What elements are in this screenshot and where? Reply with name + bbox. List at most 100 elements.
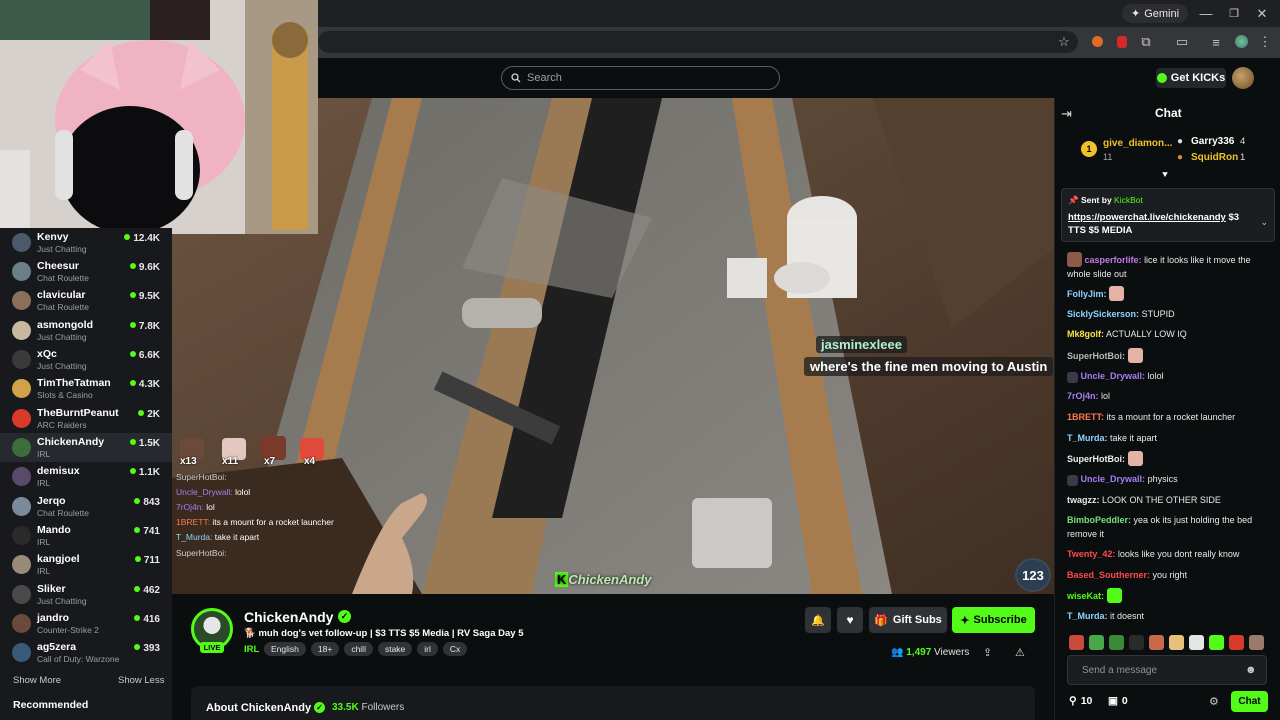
chat-message: T_Murda: take it apart — [1067, 433, 1158, 443]
bookmark-star-icon[interactable]: ☆ — [1056, 33, 1072, 51]
chat-message: T_Murda: it doesnt — [1067, 611, 1145, 621]
gift-subs-label: Gift Subs — [892, 614, 942, 626]
emote-icon[interactable] — [1229, 635, 1244, 650]
media-icon[interactable]: ≡ — [1208, 33, 1224, 51]
channel-viewers: 9.5K — [130, 291, 160, 302]
avatar[interactable] — [1232, 67, 1254, 89]
emote-icon[interactable] — [1129, 635, 1144, 650]
get-kicks-button[interactable]: Get KICKs — [1156, 68, 1226, 88]
sidebar-channel-demisux[interactable]: demisux IRL 1.1K — [0, 462, 172, 491]
top-gifter-name[interactable]: Garry336 — [1191, 136, 1234, 147]
tag[interactable]: irl — [417, 642, 438, 656]
follow-heart-icon[interactable]: ♥ — [837, 607, 863, 633]
kicks-wallet[interactable]: ▣ 0 — [1108, 695, 1128, 707]
gemini-button[interactable]: ✦ Gemini — [1122, 4, 1189, 23]
show-more-link[interactable]: Show More — [13, 675, 61, 686]
sidebar-channel-asmongold[interactable]: asmongold Just Chatting 7.8K — [0, 316, 172, 345]
emoji-picker-icon[interactable]: ☻ — [1245, 664, 1257, 676]
send-chat-button[interactable]: Chat — [1231, 691, 1268, 712]
avatar — [12, 291, 31, 310]
avatar — [12, 585, 31, 604]
channel-name: Jerqo — [37, 495, 66, 507]
kebab-menu-icon[interactable]: ⋮ — [1258, 33, 1272, 51]
emote-icon[interactable] — [1069, 635, 1084, 650]
chevron-down-icon[interactable]: ⯆ — [1161, 170, 1169, 181]
expand-icon[interactable]: ⌄ — [1260, 217, 1268, 228]
channel-name[interactable]: ChickenAndy — [244, 609, 333, 625]
emote-icon — [1106, 588, 1122, 603]
top-gifter-name[interactable]: SquidRon — [1191, 152, 1238, 163]
emote-icon — [1127, 348, 1143, 363]
channel-points[interactable]: ⚲ 10 — [1069, 695, 1092, 707]
gift-subs-button[interactable]: 🎁 Gift Subs — [869, 607, 947, 633]
chat-input[interactable]: Send a message — [1067, 655, 1267, 685]
close-icon[interactable]: ✕ — [1252, 4, 1272, 23]
report-icon[interactable]: ⚠ — [1015, 646, 1025, 659]
pinned-sender: 📌 Sent by KickBot — [1068, 195, 1143, 205]
medal-icon: ● — [1177, 152, 1184, 163]
restore-icon[interactable]: ❐ — [1224, 4, 1244, 23]
shield-extension-icon[interactable] — [1117, 36, 1127, 48]
emote-icon[interactable] — [1109, 635, 1124, 650]
chat-message: 1BRETT: its a mount for a rocket launche… — [1067, 412, 1236, 422]
live-badge: LIVE — [200, 642, 224, 653]
kick-coin-icon — [1156, 73, 1167, 83]
emote-icon[interactable] — [1189, 635, 1204, 650]
emote-count: x7 — [264, 456, 276, 467]
show-less-link[interactable]: Show Less — [118, 675, 164, 686]
pinned-message[interactable]: 📌 Sent by KickBot https://powerchat.live… — [1061, 188, 1275, 242]
tag[interactable]: 18+ — [310, 642, 340, 656]
channel-category: IRL — [37, 478, 51, 488]
chat-message: Based_Southerner: you right — [1067, 570, 1188, 580]
emote-icon[interactable] — [1149, 635, 1164, 650]
collapse-chat-icon[interactable]: ⇥ — [1061, 106, 1072, 122]
category-link[interactable]: IRL — [244, 644, 259, 655]
channel-viewers: 2K — [138, 409, 160, 420]
url-field[interactable] — [318, 31, 1078, 53]
sidebar-channel-theburntpeanut[interactable]: TheBurntPeanut ARC Raiders 2K — [0, 404, 172, 433]
notification-bell-icon[interactable]: 🔔 — [805, 607, 831, 633]
kick-logo-icon: K — [555, 572, 569, 587]
sidebar-channel-kangjoel[interactable]: kangjoel IRL 711 — [0, 550, 172, 579]
emote-icon[interactable] — [1209, 635, 1224, 650]
emote-icon[interactable] — [1249, 635, 1264, 650]
sidebar-channel-kenvy[interactable]: Kenvy Just Chatting 12.4K — [0, 228, 172, 257]
puzzle-icon[interactable]: ⧉ — [1138, 33, 1154, 51]
emote-icon[interactable] — [1169, 635, 1184, 650]
channel-viewers: 416 — [134, 614, 160, 625]
tag[interactable]: stake — [377, 642, 413, 656]
sidebar-channel-jerqo[interactable]: Jerqo Chat Roulette 843 — [0, 492, 172, 521]
tag[interactable]: chill — [344, 642, 373, 656]
subscribe-button[interactable]: ✦ Subscribe — [952, 607, 1035, 633]
cast-icon[interactable]: ▭ — [1174, 33, 1190, 51]
tag[interactable]: Cx — [442, 642, 468, 656]
share-icon[interactable]: ⇪ — [983, 646, 992, 659]
sidebar-channel-cheesur[interactable]: Cheesur Chat Roulette 9.6K — [0, 257, 172, 286]
profile-icon[interactable] — [1235, 35, 1248, 48]
emote-icon[interactable] — [1089, 635, 1104, 650]
sidebar-channel-xqc[interactable]: xQc Just Chatting 6.6K — [0, 345, 172, 374]
recommended-heading: Recommended — [13, 699, 89, 711]
sidebar-channel-sliker[interactable]: Sliker Just Chatting 462 — [0, 580, 172, 609]
sidebar-channel-timthetatman[interactable]: TimTheTatman Slots & Casino 4.3K — [0, 374, 172, 403]
about-title: About ChickenAndy — [206, 702, 312, 714]
verified-icon: ✓ — [338, 610, 351, 623]
sidebar-channel-chickenandy[interactable]: ChickenAndy IRL 1.5K — [0, 433, 172, 462]
sidebar-channel-clavicular[interactable]: clavicular Chat Roulette 9.5K — [0, 286, 172, 315]
tag[interactable]: English — [264, 642, 306, 656]
avatar — [12, 350, 31, 369]
sidebar-channel-jandro[interactable]: jandro Counter-Strike 2 416 — [0, 609, 172, 638]
minimize-icon[interactable]: — — [1196, 4, 1216, 23]
verified-icon: ✓ — [314, 702, 325, 713]
emote-count: x4 — [304, 456, 316, 467]
channel-viewers: 9.6K — [130, 262, 160, 273]
extension-icon[interactable] — [1092, 36, 1103, 47]
settings-gear-icon[interactable]: ⚙ — [1209, 695, 1219, 708]
emote-count: x13 — [180, 456, 197, 467]
pin-icon: 📌 — [1068, 195, 1079, 205]
top-gifter-name[interactable]: give_diamon... — [1103, 138, 1172, 149]
sidebar-channel-mando[interactable]: Mando IRL 741 — [0, 521, 172, 550]
avatar — [12, 438, 31, 457]
sidebar-channel-ag5zera[interactable]: ag5zera Call of Duty: Warzone 393 — [0, 638, 172, 667]
search-input[interactable]: Search — [501, 66, 780, 90]
